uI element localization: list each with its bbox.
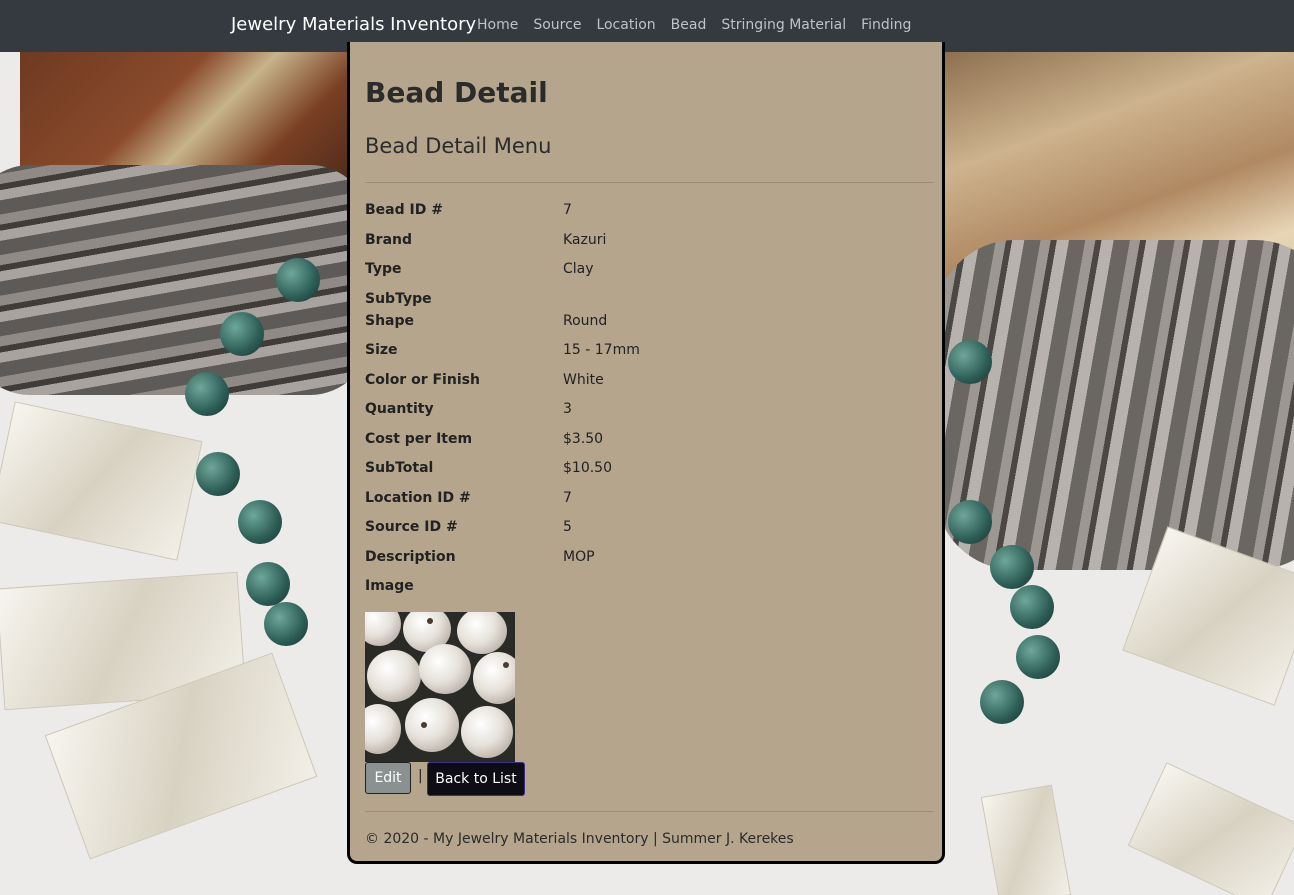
detail-row: SubType — [365, 291, 925, 313]
divider — [365, 182, 934, 183]
pearl-bead-shape — [419, 644, 471, 694]
detail-row: Color or Finish White — [365, 372, 925, 402]
turquoise-bead-decoration — [1016, 635, 1060, 679]
pearl-bead-shape — [461, 706, 513, 758]
nav-stringing-material[interactable]: Stringing Material — [721, 17, 846, 33]
detail-row: Brand Kazuri — [365, 232, 925, 262]
detail-label: Cost per Item — [365, 430, 473, 447]
turquoise-bead-decoration — [238, 500, 282, 544]
detail-label: Shape — [365, 312, 415, 329]
detail-row: Quantity 3 — [365, 401, 925, 431]
pearl-bead-shape — [473, 652, 515, 704]
detail-label: Size — [365, 342, 398, 358]
nav-location[interactable]: Location — [596, 17, 655, 33]
detail-label: Source ID # — [365, 519, 458, 535]
detail-label: SubType — [365, 290, 432, 307]
detail-row: Location ID # 7 — [365, 490, 925, 520]
detail-row: Source ID # 5 — [365, 519, 925, 549]
nav-bead[interactable]: Bead — [671, 17, 707, 33]
crystal-decoration — [980, 784, 1072, 895]
turquoise-bead-decoration — [990, 545, 1034, 589]
detail-value: MOP — [563, 548, 595, 565]
turquoise-bead-decoration — [246, 562, 290, 606]
detail-row: Description MOP — [365, 549, 925, 579]
detail-list: Bead ID # 7 Brand Kazuri Type Clay SubTy… — [365, 202, 925, 608]
crystal-decoration — [0, 401, 203, 561]
page-footer: © 2020 - My Jewelry Materials Inventory … — [365, 831, 794, 847]
detail-value: $3.50 — [563, 430, 604, 447]
detail-row: Cost per Item $3.50 — [365, 431, 925, 461]
turquoise-bead-decoration — [220, 312, 264, 356]
detail-label: Brand — [365, 231, 413, 248]
detail-label: Color or Finish — [365, 371, 480, 388]
detail-value: 5 — [563, 519, 572, 535]
turquoise-bead-decoration — [185, 372, 229, 416]
detail-value: Clay — [563, 261, 594, 277]
back-to-list-button[interactable]: Back to List — [427, 762, 525, 796]
detail-label: Type — [365, 261, 402, 277]
detail-row: Size 15 - 17mm — [365, 342, 925, 372]
detail-row: Type Clay — [365, 261, 925, 291]
pearl-bead-shape — [405, 698, 459, 752]
brand-link[interactable]: Jewelry Materials Inventory — [231, 14, 476, 35]
feather-decoration — [20, 52, 360, 182]
detail-value: 3 — [563, 401, 572, 417]
detail-row: Shape Round — [365, 313, 925, 343]
pearl-bead-shape — [365, 704, 401, 754]
detail-value: 7 — [563, 202, 572, 218]
content-panel: Bead Detail Bead Detail Menu Bead ID # 7… — [347, 42, 945, 864]
bead-image — [365, 612, 515, 762]
detail-value: $10.50 — [563, 460, 612, 476]
detail-value: 7 — [563, 489, 572, 506]
detail-label: Bead ID # — [365, 202, 443, 218]
detail-value: White — [563, 371, 604, 388]
pearl-bead-shape — [365, 612, 401, 646]
crystal-decoration — [1127, 762, 1294, 895]
turquoise-bead-decoration — [196, 452, 240, 496]
turquoise-bead-decoration — [1010, 585, 1054, 629]
nav-finding[interactable]: Finding — [861, 17, 911, 33]
detail-value: Kazuri — [563, 231, 607, 248]
detail-row: SubTotal $10.50 — [365, 460, 925, 490]
turquoise-bead-decoration — [276, 258, 320, 302]
detail-label: Image — [365, 578, 414, 594]
turquoise-bead-decoration — [948, 500, 992, 544]
detail-label: Quantity — [365, 401, 434, 417]
pearl-bead-shape — [457, 612, 507, 654]
turquoise-bead-decoration — [948, 340, 992, 384]
divider — [365, 811, 934, 812]
edit-button[interactable]: Edit — [365, 762, 411, 794]
turquoise-bead-decoration — [264, 602, 308, 646]
action-separator: | — [418, 768, 423, 784]
nav-links: Home Source Location Bead Stringing Mate… — [477, 17, 911, 33]
detail-value: Round — [563, 312, 608, 329]
pearl-bead-shape — [367, 650, 421, 702]
turquoise-bead-decoration — [980, 680, 1024, 724]
nav-home[interactable]: Home — [477, 17, 518, 33]
nav-source[interactable]: Source — [533, 17, 581, 33]
detail-label: Description — [365, 548, 456, 565]
detail-row: Bead ID # 7 — [365, 202, 925, 232]
detail-row: Image — [365, 578, 925, 608]
detail-value: 15 - 17mm — [563, 342, 640, 358]
detail-label: SubTotal — [365, 460, 434, 476]
detail-label: Location ID # — [365, 489, 471, 506]
page-subtitle: Bead Detail Menu — [365, 134, 552, 158]
page-title: Bead Detail — [365, 76, 548, 109]
